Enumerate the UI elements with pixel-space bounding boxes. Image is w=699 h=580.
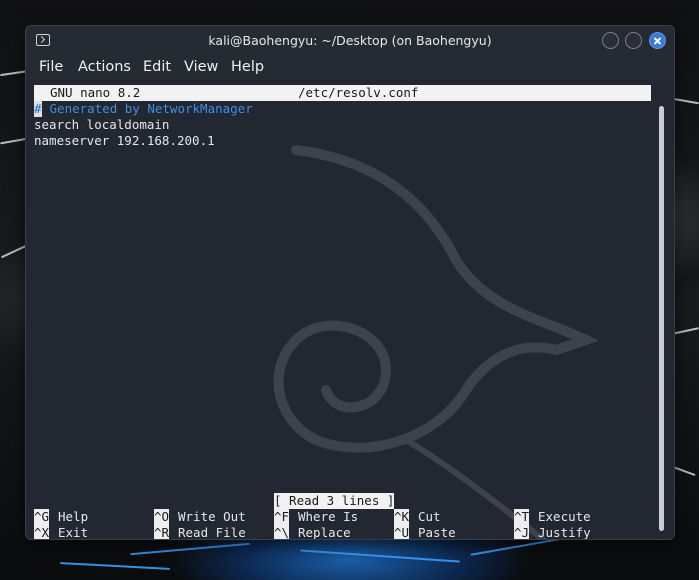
menu-bar: File Actions Edit View Help [26,55,674,80]
status-message: [ Read 3 lines ] [274,493,395,509]
window-title: kali@Baohengyu: ~/Desktop (on Baohengyu) [208,33,492,48]
shortcut-read-file[interactable]: Read File [178,525,246,539]
menu-actions[interactable]: Actions [78,59,131,75]
terminal-scrollbar[interactable] [659,106,664,531]
shortcut-key: ^F [274,509,290,525]
menu-edit[interactable]: Edit [143,59,171,75]
shortcut-key: ^J [514,525,530,539]
file-line-1: Generated by NetworkManager [42,101,253,116]
shortcut-help[interactable]: Help [58,509,88,525]
shortcut-exit[interactable]: Exit [58,525,88,539]
shortcut-execute[interactable]: Execute [538,509,591,525]
nano-version: GNU nano 8.2 [50,85,141,100]
maximize-icon[interactable] [625,32,642,49]
window-titlebar[interactable]: kali@Baohengyu: ~/Desktop (on Baohengyu) [26,26,674,55]
shortcut-justify[interactable]: Justify [538,525,591,539]
file-line-2: search localdomain [34,117,170,132]
shortcut-key: ^O [154,509,170,525]
close-icon[interactable] [649,32,666,49]
text-cursor: # [34,101,42,117]
shortcut-where-is[interactable]: Where Is [298,509,358,525]
nano-filename: /etc/resolv.conf [298,85,419,100]
shortcut-write-out[interactable]: Write Out [178,509,246,525]
menu-view[interactable]: View [184,59,218,75]
shortcut-key: ^R [154,525,170,539]
minimize-icon[interactable] [602,32,619,49]
shortcut-key: ^T [514,509,530,525]
shortcut-replace[interactable]: Replace [298,525,351,539]
shortcut-key: ^\ [274,525,290,539]
menu-help[interactable]: Help [231,59,264,75]
shortcut-key: ^K [394,509,410,525]
shortcut-paste[interactable]: Paste [418,525,456,539]
kali-dragon-watermark [273,145,600,539]
shortcut-key: ^G [34,509,50,525]
menu-file[interactable]: File [39,59,63,75]
terminal-window: kali@Baohengyu: ~/Desktop (on Baohengyu)… [25,25,675,540]
shortcut-cut[interactable]: Cut [418,509,441,525]
file-line-3: nameserver 192.168.200.1 [34,133,215,148]
shortcut-key: ^U [394,525,410,539]
terminal-area[interactable]: GNU nano 8.2 /etc/resolv.conf # Generate… [26,80,674,539]
shortcut-key: ^X [34,525,50,539]
